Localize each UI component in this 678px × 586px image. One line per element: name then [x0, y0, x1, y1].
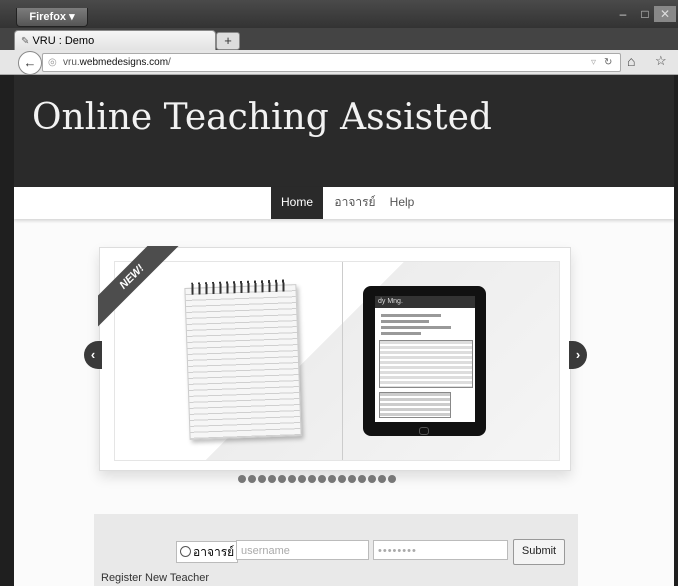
firefox-menu-button[interactable]: Firefox ▾: [16, 8, 88, 27]
tablet-screen-header: dy Mng.: [375, 296, 475, 308]
nav-item-help[interactable]: Help: [388, 187, 416, 219]
site-header: Online Teaching Assisted: [14, 75, 674, 187]
bookmarks-icon[interactable]: ☆: [655, 53, 667, 69]
chevron-right-icon: ›: [575, 347, 581, 362]
url-bar[interactable]: ◎ vru.webmedesigns.com/ ▿ ↻: [42, 53, 621, 72]
slider-dot[interactable]: [348, 475, 356, 483]
screen-text-line: [381, 314, 441, 317]
nav-item-home[interactable]: Home: [271, 187, 323, 219]
url-text: vru.webmedesigns.com/: [63, 57, 171, 68]
tablet-image: dy Mng.: [363, 286, 486, 436]
chevron-left-icon: ‹: [90, 347, 96, 362]
ribbon-label: NEW!: [98, 246, 182, 328]
site-title: Online Teaching Assisted: [32, 97, 492, 138]
dropdown-icon[interactable]: ▿: [591, 54, 596, 71]
page-viewport: Online Teaching Assisted Home อาจารย์ He…: [14, 75, 674, 586]
login-box: อาจารย์ username •••••••• Submit Registe…: [94, 514, 578, 586]
main-menu: Home อาจารย์ Help: [14, 187, 674, 219]
slider-dot[interactable]: [388, 475, 396, 483]
slide-divider: [342, 262, 343, 460]
radio-button[interactable]: [180, 546, 191, 557]
slider-dot[interactable]: [248, 475, 256, 483]
slider-dot[interactable]: [308, 475, 316, 483]
screen-text-line: [381, 326, 451, 329]
title-bar: [0, 0, 678, 28]
maximize-button[interactable]: □: [634, 6, 656, 22]
back-button[interactable]: ←: [18, 51, 42, 75]
submit-button[interactable]: Submit: [513, 539, 565, 565]
slider-dot[interactable]: [268, 475, 276, 483]
slider-dot[interactable]: [258, 475, 266, 483]
role-label: อาจารย์: [193, 545, 235, 559]
browser-tab[interactable]: ✎ VRU : Demo: [14, 30, 216, 51]
new-tab-button[interactable]: +: [216, 32, 240, 50]
password-input[interactable]: ••••••••: [373, 540, 508, 560]
globe-icon: ◎: [48, 57, 57, 68]
screen-text-line: [381, 332, 421, 335]
slider-dot[interactable]: [368, 475, 376, 483]
close-button[interactable]: ✕: [654, 6, 676, 22]
username-input[interactable]: username: [236, 540, 369, 560]
slider-dot[interactable]: [278, 475, 286, 483]
nav-item-teacher[interactable]: อาจารย์: [334, 187, 376, 219]
screen-table: [379, 340, 473, 388]
tablet-screen: dy Mng.: [375, 296, 475, 422]
home-icon[interactable]: ⌂: [627, 53, 635, 69]
slider-dot[interactable]: [298, 475, 306, 483]
slider-dot[interactable]: [378, 475, 386, 483]
reload-icon[interactable]: ↻: [604, 54, 612, 71]
slider-prev-button[interactable]: ‹: [84, 341, 102, 369]
page-icon: ✎: [21, 36, 30, 47]
slider-dot[interactable]: [238, 475, 246, 483]
notepad-image: [184, 279, 302, 440]
register-link[interactable]: Register New Teacher: [101, 572, 209, 584]
slider-next-button[interactable]: ›: [569, 341, 587, 369]
tab-title: VRU : Demo: [32, 35, 95, 47]
role-radio[interactable]: อาจารย์: [176, 541, 239, 563]
slider-dot[interactable]: [288, 475, 296, 483]
new-ribbon: NEW!: [98, 246, 182, 330]
minimize-button[interactable]: –: [612, 6, 634, 22]
back-arrow-icon: ←: [23, 55, 37, 70]
slider-dot[interactable]: [358, 475, 366, 483]
screen-text-line: [381, 320, 429, 323]
slider-dot[interactable]: [318, 475, 326, 483]
slider-dot[interactable]: [328, 475, 336, 483]
screen-table: [379, 392, 451, 418]
notepad-spiral: [191, 279, 288, 295]
slider-dot[interactable]: [338, 475, 346, 483]
tablet-home-button: [419, 427, 429, 435]
image-slider: dy Mng. NEW!: [98, 246, 571, 471]
slider-pagination: [238, 475, 396, 485]
